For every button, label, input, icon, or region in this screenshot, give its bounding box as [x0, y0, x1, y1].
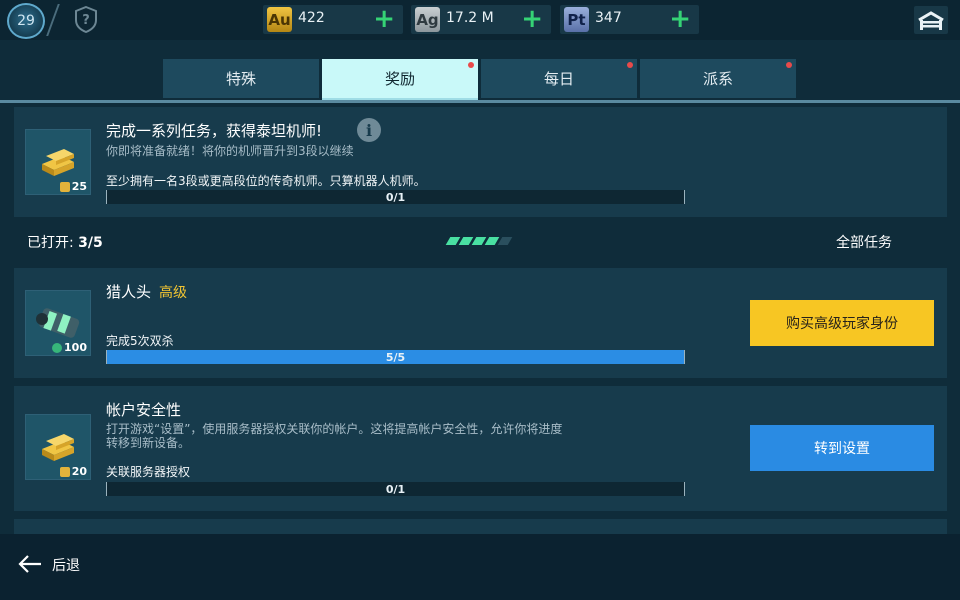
featured-task-goal: 至少拥有一名3段或更高段位的传奇机师。只算机器人机师。	[106, 174, 426, 188]
task-title: 帐户安全性	[106, 401, 182, 419]
task-progress-bar: 5/5	[106, 350, 685, 364]
task-goal: 完成5次双杀	[106, 334, 174, 348]
tab-label: 每日	[543, 70, 574, 88]
task-tabs: 特殊 奖励 每日 派系	[163, 59, 797, 101]
platinum-pt-icon: Pt	[564, 7, 589, 32]
hangar-icon	[918, 11, 944, 30]
task-card	[14, 519, 947, 534]
reward-amount: 25	[59, 180, 87, 193]
task-card: 20 帐户安全性 打开游戏“设置”，使用服务器授权关联你的帐户。这将提高帐户安全…	[14, 386, 947, 511]
reward-thumbnail: 25	[25, 129, 91, 195]
task-progress-bar: 0/1	[106, 482, 685, 496]
tab-daily[interactable]: 每日	[481, 59, 637, 98]
tab-label: 特殊	[225, 70, 256, 88]
reward-amount: 20	[59, 465, 87, 478]
progress-text: 5/5	[385, 350, 406, 364]
tab-rewards[interactable]: 奖励	[322, 59, 478, 101]
opened-summary: 已打开: 3/5 全部任务	[14, 220, 947, 260]
tab-label: 派系	[702, 70, 733, 88]
opened-count: 3/5	[78, 235, 103, 251]
notification-dot	[786, 62, 792, 68]
add-silver-button[interactable]: +	[521, 5, 543, 33]
platinum-currency: Pt 347 +	[560, 5, 699, 34]
all-tasks-button[interactable]: 全部任务	[836, 232, 892, 252]
top-bar: 29 ? Au 422 + Ag 17.2 M + Pt 347 +	[0, 0, 960, 40]
tab-underline	[0, 100, 960, 103]
player-level-badge[interactable]: 29	[7, 3, 45, 39]
gold-au-icon: Au	[267, 7, 292, 32]
platinum-amount: 347	[595, 10, 622, 26]
gold-amount: 422	[298, 10, 325, 26]
silver-amount: 17.2 M	[446, 10, 494, 26]
silver-currency: Ag 17.2 M +	[411, 5, 551, 34]
tab-special[interactable]: 特殊	[163, 59, 319, 98]
task-subtitle: 打开游戏“设置”，使用服务器授权关联你的帐户。这将提高帐户安全性，允许你将进度 …	[106, 422, 563, 450]
tab-label: 奖励	[384, 70, 415, 88]
progress-text: 0/1	[385, 482, 406, 496]
progress-text: 0/1	[385, 190, 406, 204]
info-icon[interactable]: i	[357, 118, 381, 142]
notification-dot	[468, 62, 474, 68]
tab-faction[interactable]: 派系	[640, 59, 796, 98]
progress-segment	[497, 237, 513, 245]
featured-progress-bar: 0/1	[106, 190, 685, 204]
divider	[46, 4, 60, 36]
notification-dot	[627, 62, 633, 68]
go-to-settings-button[interactable]: 转到设置	[750, 425, 934, 471]
back-label: 后退	[52, 558, 80, 574]
svg-text:?: ?	[82, 13, 90, 28]
silver-ag-icon: Ag	[415, 7, 440, 32]
gold-mini-icon	[59, 181, 70, 192]
task-card: 100 猎人头 高级 完成5次双杀 5/5 购买高级玩家身份	[14, 268, 947, 378]
task-list[interactable]: 25 完成一系列任务，获得泰坦机师! i 你即将准备就绪！将你的机师晋升到3段以…	[14, 107, 947, 534]
bottom-bar: 后退	[0, 534, 960, 600]
tier-label: 高级	[159, 285, 188, 301]
featured-task-card: 25 完成一系列任务，获得泰坦机师! i 你即将准备就绪！将你的机师晋升到3段以…	[14, 107, 947, 217]
shield-question-icon[interactable]: ?	[74, 6, 98, 33]
reward-amount: 100	[52, 341, 87, 354]
hangar-button[interactable]	[914, 6, 948, 34]
featured-task-subtitle: 你即将准备就绪！将你的机师晋升到3段以继续	[106, 144, 354, 158]
add-platinum-button[interactable]: +	[669, 5, 691, 33]
task-title: 猎人头 高级	[106, 283, 188, 301]
opened-label: 已打开: 3/5	[27, 235, 103, 251]
add-gold-button[interactable]: +	[373, 5, 395, 33]
featured-task-title: 完成一系列任务，获得泰坦机师!	[106, 122, 323, 140]
arrow-left-icon	[18, 555, 41, 573]
gold-currency: Au 422 +	[263, 5, 403, 34]
reward-thumbnail: 100	[25, 290, 91, 356]
player-level: 29	[17, 13, 35, 29]
buy-premium-button[interactable]: 购买高级玩家身份	[750, 300, 934, 346]
reward-thumbnail: 20	[25, 414, 91, 480]
task-goal: 关联服务器授权	[106, 465, 191, 479]
booster-mini-icon	[52, 342, 63, 353]
gold-mini-icon	[59, 466, 70, 477]
